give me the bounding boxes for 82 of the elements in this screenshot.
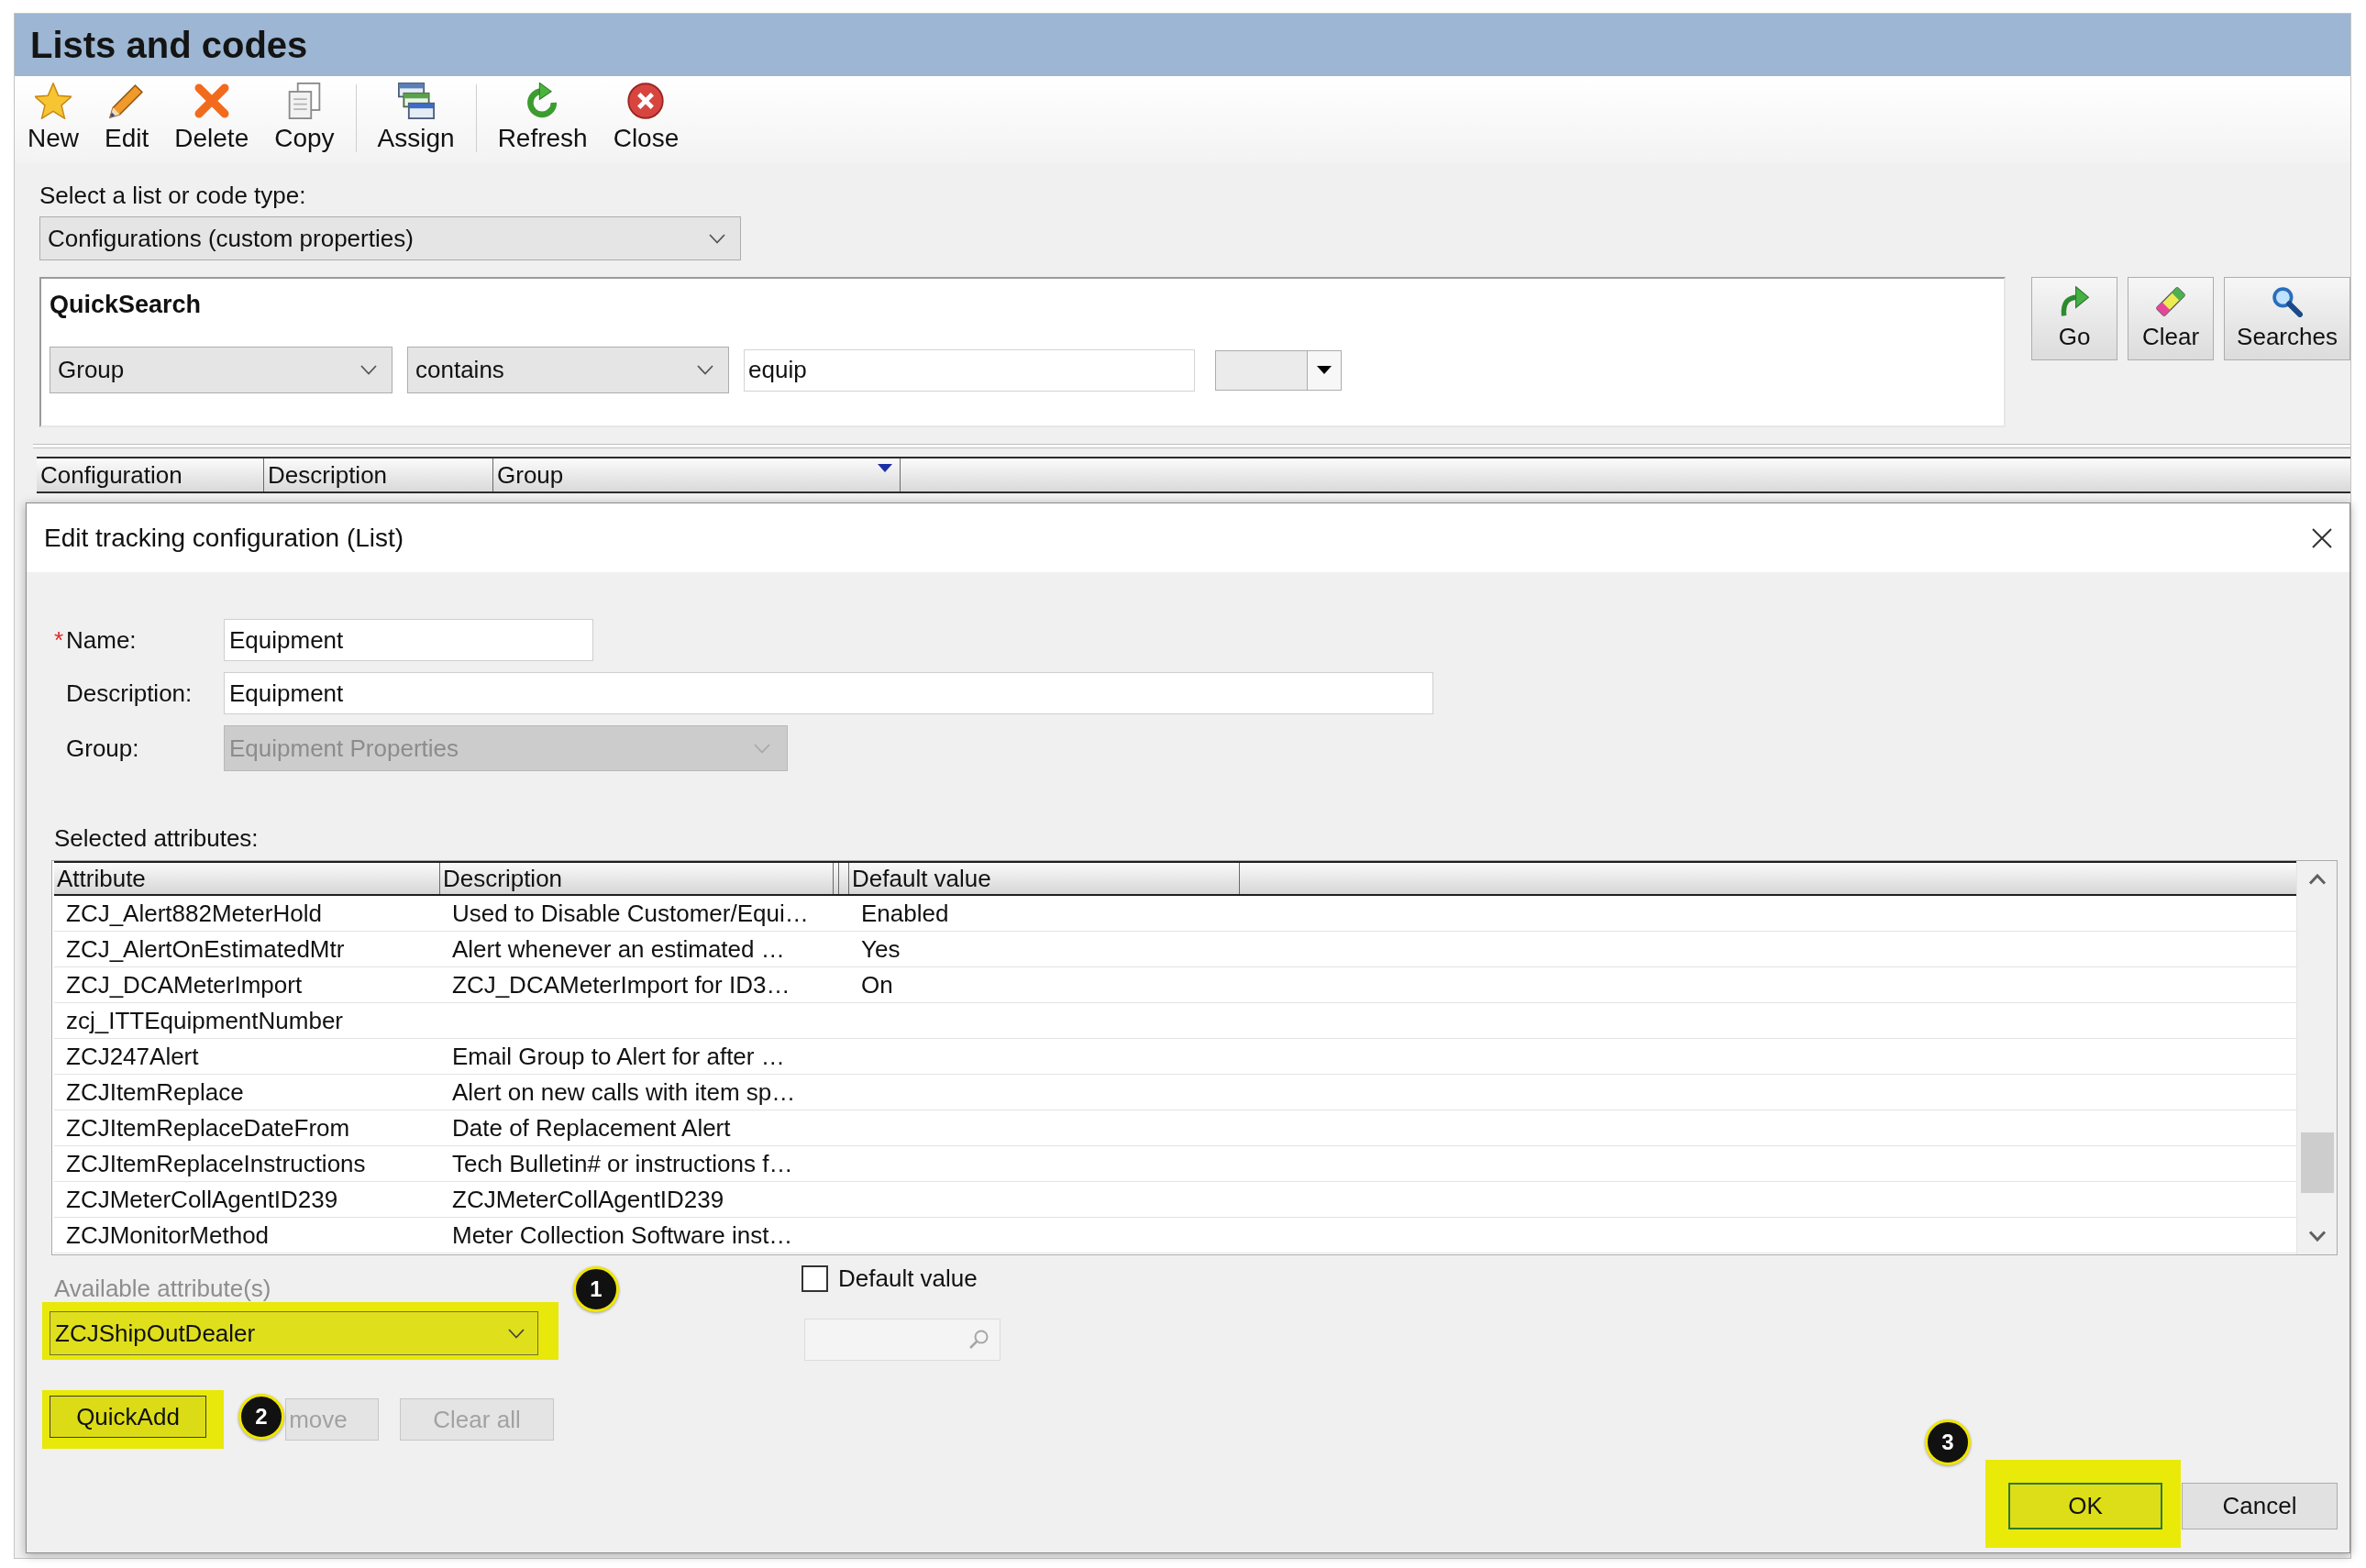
table-cell: ZCJ_Alert882MeterHold xyxy=(66,899,322,927)
chevron-up-icon[interactable] xyxy=(2307,874,2327,885)
toolbar-button[interactable]: Delete xyxy=(161,83,262,153)
chevron-down-icon xyxy=(709,233,725,244)
section-label: Selected attributes: xyxy=(54,823,259,853)
toolbar-button[interactable]: Refresh xyxy=(484,83,601,153)
table-cell: zcj_ITTEquipmentNumber xyxy=(66,1006,343,1034)
search-panel-button[interactable]: Clear xyxy=(2128,277,2214,360)
table-cell: Yes xyxy=(861,934,901,963)
search-panel-button[interactable]: Go xyxy=(2031,277,2117,360)
column-header[interactable]: Attribute xyxy=(54,863,440,894)
step-marker: 2 xyxy=(238,1394,284,1440)
table-cell: ZCJMeterCollAgentID239 xyxy=(66,1185,338,1213)
table-cell: Alert on new calls with item sp… xyxy=(452,1077,796,1106)
table-cell: Enabled xyxy=(861,899,949,927)
table-cell: ZCJItemReplaceDateFrom xyxy=(66,1113,350,1142)
toolbar-button[interactable]: New xyxy=(15,83,92,153)
scrollbar-thumb[interactable] xyxy=(2300,1132,2334,1193)
checkbox[interactable] xyxy=(802,1265,828,1292)
chevron-down-icon xyxy=(508,1328,525,1339)
chevron-down-icon xyxy=(697,365,713,375)
close-icon xyxy=(627,83,665,119)
field-label: Available attribute(s) xyxy=(54,1275,271,1302)
table-cell: Used to Disable Customer/Equi… xyxy=(452,899,809,927)
column-header[interactable]: Default value xyxy=(849,863,1240,894)
step-marker: 1 xyxy=(573,1266,619,1312)
column-header[interactable]: Configuration xyxy=(37,458,264,491)
table-cell: Alert whenever an estimated … xyxy=(452,934,785,963)
window-title: Lists and codes xyxy=(30,24,308,66)
text-field[interactable]: Equipment xyxy=(224,672,1433,714)
table-cell: ZCJ247Alert xyxy=(66,1042,199,1070)
chevron-down-icon xyxy=(360,365,377,375)
toolbar-button[interactable]: Edit xyxy=(92,83,162,153)
scrollbar[interactable] xyxy=(2296,861,2337,1254)
attribute-dropdown[interactable]: ZCJShipOutDealer xyxy=(50,1311,538,1355)
field-label: Description: xyxy=(66,679,193,708)
windows-icon xyxy=(397,83,435,119)
chevron-down-icon[interactable] xyxy=(2307,1231,2327,1242)
table-cell: On xyxy=(861,970,893,999)
table-cell: Meter Collection Software inst… xyxy=(452,1220,793,1249)
toolbar-button[interactable]: Copy xyxy=(261,83,348,153)
search-icon xyxy=(2272,286,2303,317)
table-cell: ZCJ_DCAMeterImport xyxy=(66,970,303,999)
field-dropdown[interactable]: Group xyxy=(50,347,392,393)
curved-arrow-icon xyxy=(2059,286,2090,317)
operator-dropdown[interactable]: contains xyxy=(407,347,729,393)
table-cell: ZCJMeterCollAgentID239 xyxy=(452,1185,724,1213)
close-icon[interactable] xyxy=(2311,526,2333,549)
table-cell: ZCJItemReplace xyxy=(66,1077,244,1106)
field-label: Name: xyxy=(66,625,137,655)
search-panel-button[interactable]: Searches xyxy=(2224,277,2350,360)
star-icon xyxy=(35,83,72,119)
column-header[interactable]: Group xyxy=(493,458,901,491)
triangle-down-icon xyxy=(1317,366,1332,374)
text-field[interactable]: Equipment xyxy=(224,619,593,661)
search-icon xyxy=(968,1329,990,1351)
pencil-icon xyxy=(108,83,146,119)
search-text-field[interactable]: equip xyxy=(744,348,1195,392)
step-marker: 3 xyxy=(1925,1419,1971,1465)
table-cell: ZCJItemReplaceInstructions xyxy=(66,1149,366,1177)
dialog-button[interactable]: Cancel xyxy=(2182,1483,2338,1529)
table-cell: Tech Bulletin# or instructions f… xyxy=(452,1149,793,1177)
field-label: Select a list or code type: xyxy=(39,181,306,210)
chevron-down-icon xyxy=(754,743,770,754)
table-cell: Email Group to Alert for after … xyxy=(452,1042,785,1070)
dialog-button[interactable]: OK xyxy=(2008,1483,2162,1529)
required-mark: * xyxy=(54,625,64,655)
panel-title: QuickSearch xyxy=(50,290,202,320)
table-cell: ZCJMonitorMethod xyxy=(66,1220,270,1249)
toolbar-button[interactable]: Assign xyxy=(364,83,468,153)
list-type-dropdown[interactable]: Configurations (custom properties) xyxy=(39,216,741,260)
sort-arrow-icon xyxy=(878,464,892,472)
checkbox-label: Default value xyxy=(838,1264,978,1293)
dialog-title: Edit tracking configuration (List) xyxy=(44,523,404,553)
column-header[interactable]: Description xyxy=(264,458,493,491)
field-label: Group: xyxy=(66,734,139,763)
table-cell: ZCJ_DCAMeterImport for ID3… xyxy=(452,970,791,999)
table-cell: Date of Replacement Alert xyxy=(452,1113,731,1142)
cross-icon xyxy=(193,83,230,119)
toolbar-button[interactable]: Close xyxy=(600,83,692,153)
action-button[interactable]: QuickAdd xyxy=(50,1396,206,1438)
table-cell: ZCJ_AlertOnEstimatedMtr xyxy=(66,934,345,963)
